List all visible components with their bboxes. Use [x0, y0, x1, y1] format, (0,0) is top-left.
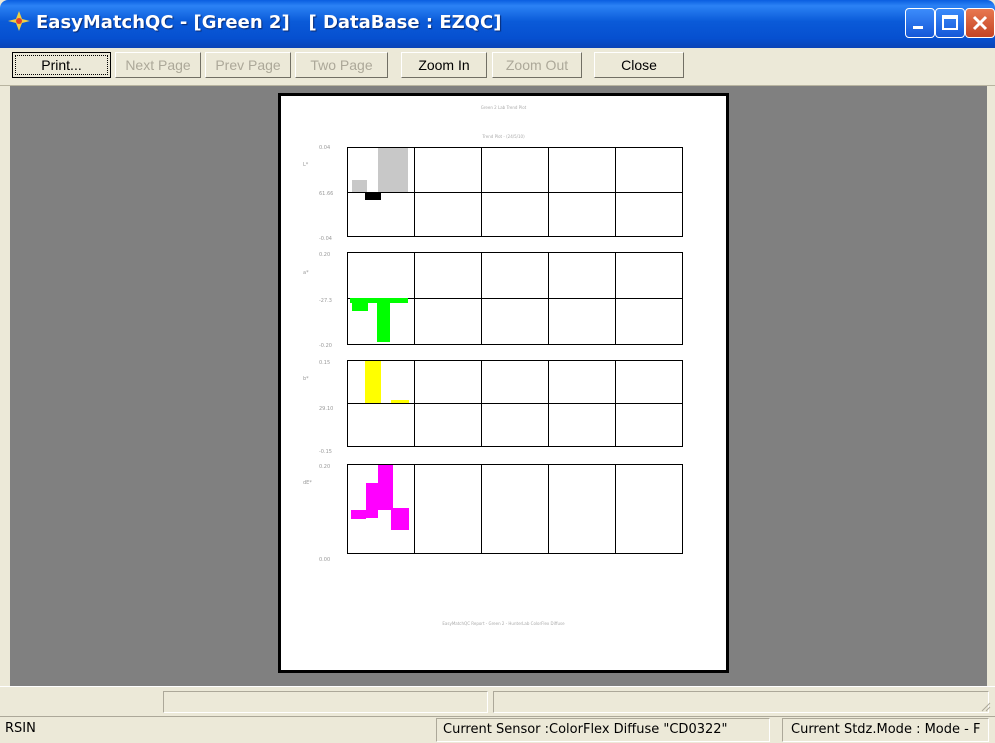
status-bar: RSIN Current Sensor :ColorFlex Diffuse "… — [0, 716, 995, 743]
maximize-icon — [942, 15, 958, 30]
status-stdz-mode: Current Stdz.Mode : Mode - F — [791, 722, 981, 737]
data-bar — [351, 510, 366, 519]
data-bar — [366, 483, 378, 518]
trend-panel-de — [347, 464, 683, 554]
close-icon — [972, 15, 988, 31]
panel-b-bottom-value: -0.15 — [319, 449, 332, 455]
grid-cell — [549, 465, 616, 553]
next-page-button[interactable]: Next Page — [115, 52, 201, 78]
data-bar — [378, 465, 393, 510]
panel-b-top-value: 0.15 — [319, 360, 331, 366]
zoom-in-button[interactable]: Zoom In — [401, 52, 487, 78]
minimize-button[interactable] — [905, 8, 935, 38]
center-line — [348, 192, 682, 193]
grid-cell — [482, 465, 549, 553]
stdz-mode-pane: Current Stdz.Mode : Mode - F — [782, 718, 989, 742]
panel-l-bottom-value: -0.04 — [319, 236, 332, 242]
title-bar[interactable]: EasyMatchQC - [Green 2] [ DataBase : EZQ… — [0, 0, 995, 48]
window-title: EasyMatchQC - [Green 2] [ DataBase : EZQ… — [36, 12, 502, 33]
print-preview-toolbar: Print... Next Page Prev Page Two Page Zo… — [0, 48, 995, 86]
panel-de-bottom-value: 0.00 — [319, 557, 331, 563]
grid-cell — [415, 465, 482, 553]
print-button-label: Print... — [15, 55, 108, 75]
trend-panel-a — [347, 252, 683, 345]
data-bar — [352, 298, 368, 311]
close-preview-button[interactable]: Close — [594, 52, 684, 78]
panel-l-label: L* — [303, 162, 309, 168]
data-bar — [352, 180, 367, 192]
panel-a-mid-value: -27.3 — [319, 298, 332, 304]
report-header: Green 2 Lab Trend Plot — [480, 105, 527, 110]
trend-panel-b — [347, 360, 683, 447]
message-pane — [163, 691, 488, 713]
panel-de-label: dE* — [303, 480, 312, 486]
resize-grip-icon[interactable] — [979, 700, 991, 712]
print-button[interactable]: Print... — [12, 52, 111, 78]
data-bar — [377, 298, 390, 342]
easymatch-app-icon — [8, 11, 30, 31]
center-line — [348, 403, 682, 404]
panel-a-bottom-value: -0.20 — [319, 343, 332, 349]
data-bar — [365, 361, 381, 403]
panel-b-label: b* — [303, 376, 309, 382]
maximize-button[interactable] — [935, 8, 965, 38]
data-bar — [378, 148, 408, 192]
data-bar — [391, 508, 409, 530]
sensor-pane: Current Sensor :ColorFlex Diffuse "CD032… — [436, 718, 770, 742]
panel-a-top-value: 0.20 — [319, 252, 331, 258]
panel-b-mid-value: 29.10 — [319, 406, 334, 412]
report-footer: EasyMatchQC Report - Green 2 - HunterLab… — [442, 621, 565, 626]
close-window-button[interactable] — [965, 8, 995, 38]
message-pane — [493, 691, 989, 713]
trend-plot-title: Trend Plot - (24/5/10) — [482, 134, 525, 139]
panel-l-top-value: 0.04 — [319, 145, 331, 151]
data-bar — [365, 192, 381, 200]
trend-panel-l — [347, 147, 683, 237]
data-bar — [391, 400, 409, 403]
message-bar — [0, 686, 995, 716]
preview-area: Green 2 Lab Trend Plot Trend Plot - (24/… — [10, 86, 987, 686]
panel-a-label: a* — [303, 270, 309, 276]
prev-page-button[interactable]: Prev Page — [205, 52, 291, 78]
panel-de-top-value: 0.20 — [319, 464, 331, 470]
zoom-out-button[interactable]: Zoom Out — [492, 52, 582, 78]
status-user: RSIN — [5, 721, 36, 736]
report-page: Green 2 Lab Trend Plot Trend Plot - (24/… — [278, 93, 729, 673]
minimize-icon — [913, 26, 923, 29]
panel-l-mid-value: 61.66 — [319, 191, 334, 197]
status-sensor: Current Sensor :ColorFlex Diffuse "CD032… — [443, 722, 728, 737]
two-page-button[interactable]: Two Page — [295, 52, 388, 78]
